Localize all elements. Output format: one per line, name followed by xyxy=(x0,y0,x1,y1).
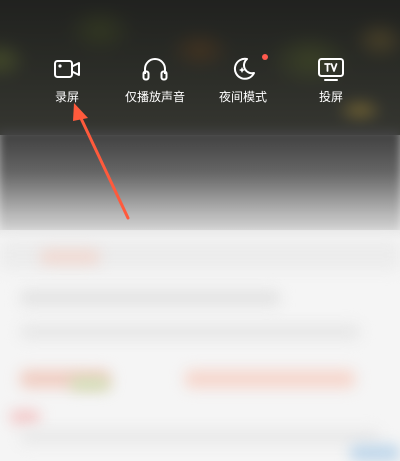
tv-icon xyxy=(318,58,344,81)
night-mode-button[interactable]: 夜间模式 xyxy=(198,50,288,110)
player-controls-bar: 录屏 仅播放声音 夜间模式 投屏 xyxy=(0,50,400,110)
new-feature-badge xyxy=(262,54,268,60)
cast-screen-button[interactable]: 投屏 xyxy=(286,50,376,110)
video-player-screen: 录屏 仅播放声音 夜间模式 投屏 xyxy=(0,0,400,461)
moon-icon xyxy=(233,57,255,80)
cast-screen-label: 投屏 xyxy=(318,90,343,104)
night-mode-label: 夜间模式 xyxy=(218,90,267,104)
record-screen-button[interactable]: 录屏 xyxy=(22,50,112,110)
audio-only-button[interactable]: 仅播放声音 xyxy=(110,50,200,110)
audio-only-label: 仅播放声音 xyxy=(124,90,185,104)
record-screen-label: 录屏 xyxy=(54,90,79,104)
headphones-icon xyxy=(142,58,168,81)
video-camera-icon xyxy=(54,60,80,78)
